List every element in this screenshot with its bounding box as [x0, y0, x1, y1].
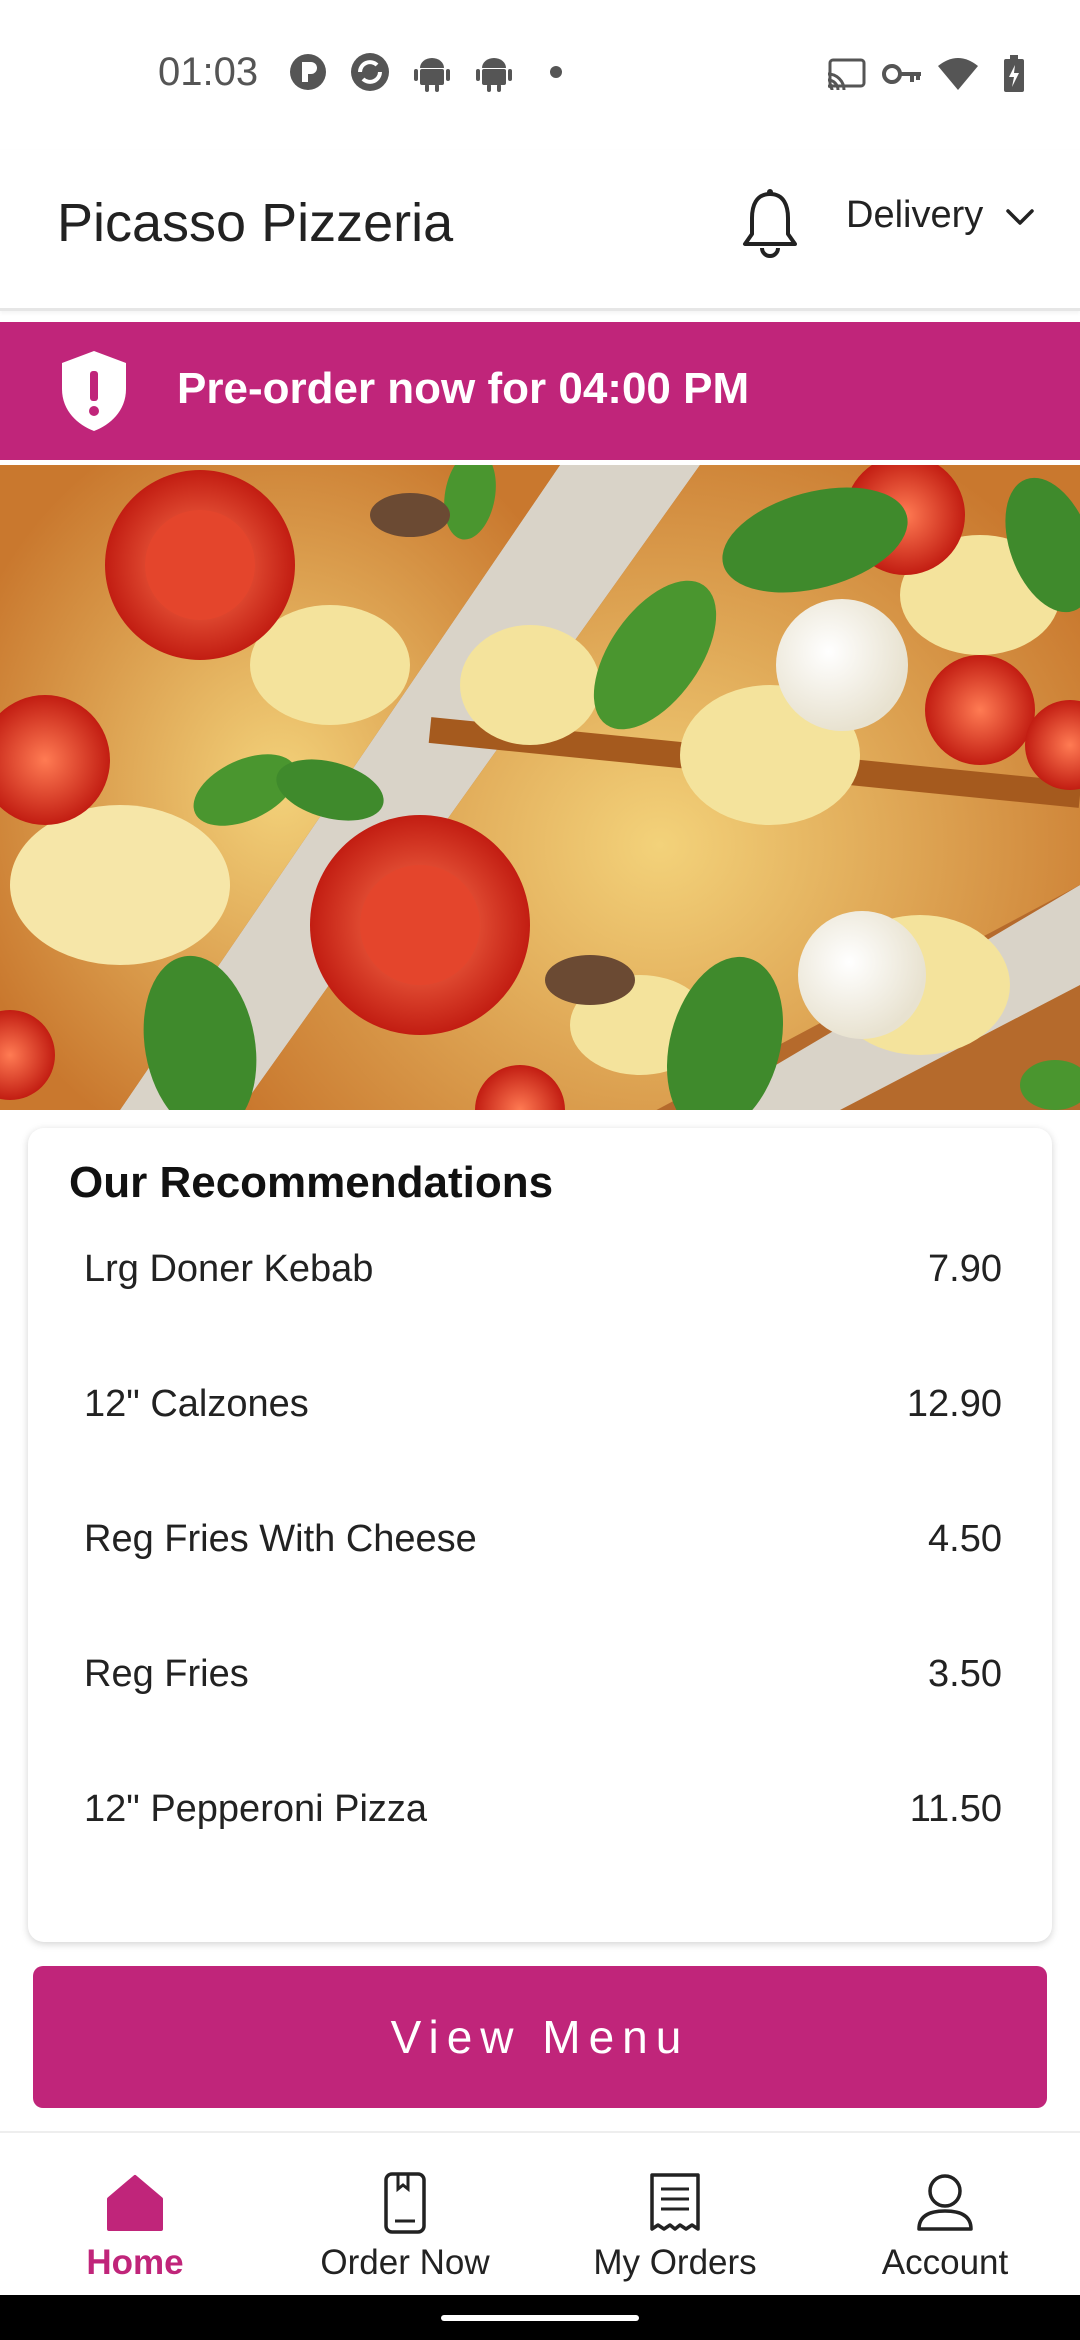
nav-label: Account [881, 2243, 1009, 2282]
list-item[interactable]: 12" Pepperoni Pizza 11.50 [84, 1788, 1002, 1923]
p-circle-icon [288, 52, 328, 92]
item-price: 7.90 [928, 1248, 1002, 1290]
item-name: 12" Pepperoni Pizza [84, 1788, 428, 1830]
nav-item-home[interactable]: Home [0, 2133, 270, 2297]
hero-pizza-image [0, 465, 1080, 1110]
sync-circle-icon [350, 52, 390, 92]
item-price: 11.50 [909, 1788, 1002, 1830]
preorder-banner[interactable]: Pre-order now for 04:00 PM [0, 322, 1080, 460]
list-item[interactable]: 12" Calzones 12.90 [84, 1383, 1002, 1518]
wifi-icon [938, 54, 978, 94]
status-system-icons [826, 54, 1034, 94]
view-menu-button[interactable]: View Menu [33, 1966, 1047, 2108]
nav-item-account[interactable]: Account [810, 2133, 1080, 2297]
nav-label: Order Now [320, 2243, 490, 2282]
item-name: Lrg Doner Kebab [84, 1248, 374, 1290]
item-name: 12" Calzones [84, 1383, 309, 1425]
battery-charging-icon [994, 54, 1034, 94]
bell-icon[interactable] [740, 186, 800, 262]
page-title: Picasso Pizzeria [57, 193, 454, 253]
dot-icon [536, 52, 576, 92]
nav-label: Home [86, 2243, 184, 2282]
nav-label: My Orders [593, 2243, 757, 2282]
bottom-nav: Home Order Now My Orders Account [0, 2131, 1080, 2297]
gesture-handle[interactable] [441, 2315, 639, 2321]
android-icon [412, 52, 452, 92]
delivery-mode-dropdown[interactable]: Delivery [846, 194, 1035, 237]
nav-item-my-orders[interactable]: My Orders [540, 2133, 810, 2297]
status-notification-icons [288, 52, 576, 92]
cast-icon [826, 54, 866, 94]
nav-item-order-now[interactable]: Order Now [270, 2133, 540, 2297]
list-item[interactable]: Reg Fries With Cheese 4.50 [84, 1518, 1002, 1653]
user-icon [913, 2171, 977, 2235]
bookmark-phone-icon [373, 2171, 437, 2235]
preorder-text: Pre-order now for 04:00 PM [177, 364, 750, 413]
recommendations-list: Lrg Doner Kebab 7.90 12" Calzones 12.90 … [84, 1248, 1002, 1923]
app-header: Picasso Pizzeria Delivery [0, 150, 1080, 311]
home-icon [103, 2171, 167, 2235]
item-name: Reg Fries With Cheese [84, 1518, 477, 1560]
list-item[interactable]: Lrg Doner Kebab 7.90 [84, 1248, 1002, 1383]
recommendations-card: Our Recommendations Lrg Doner Kebab 7.90… [28, 1128, 1052, 1942]
list-item[interactable]: Reg Fries 3.50 [84, 1653, 1002, 1788]
item-price: 4.50 [928, 1518, 1002, 1560]
key-icon [882, 54, 922, 94]
chevron-down-icon [1005, 194, 1035, 237]
status-bar: 01:03 [0, 0, 1080, 150]
recommendations-title: Our Recommendations [69, 1158, 554, 1207]
status-time: 01:03 [158, 50, 259, 94]
system-gesture-bar [0, 2295, 1080, 2340]
receipt-icon [643, 2171, 707, 2235]
android-icon [474, 52, 514, 92]
delivery-mode-label: Delivery [846, 194, 984, 236]
item-price: 3.50 [928, 1653, 1002, 1695]
item-name: Reg Fries [84, 1653, 249, 1695]
shield-alert-icon [58, 349, 130, 433]
item-price: 12.90 [906, 1383, 1002, 1425]
